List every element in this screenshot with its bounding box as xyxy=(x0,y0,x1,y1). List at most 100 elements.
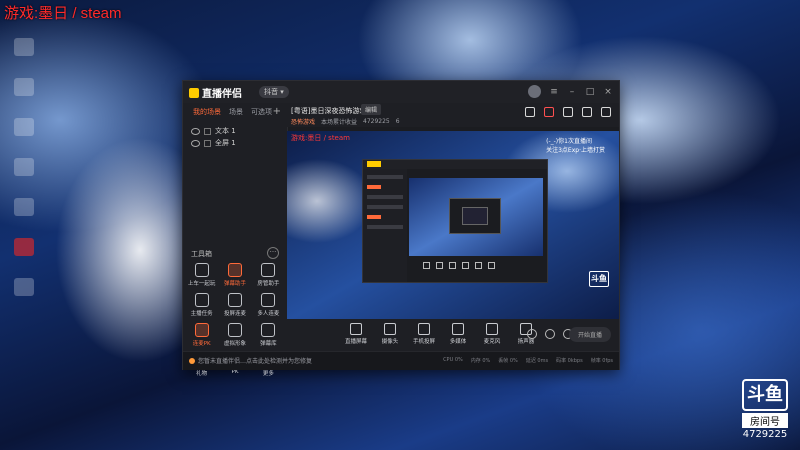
tool-icon xyxy=(227,323,242,337)
tool-item[interactable]: 弹幕库 xyxy=(252,323,285,347)
platform-dropdown[interactable]: 抖音 ▾ xyxy=(259,86,289,98)
tool-icon xyxy=(261,293,276,307)
tool-label: 上车一起玩 xyxy=(187,281,216,287)
youtube-icon[interactable] xyxy=(14,238,34,256)
tab-my-scenes[interactable]: 我的场景 xyxy=(193,107,221,117)
tool-item[interactable]: 虚拟形象 xyxy=(218,323,251,347)
room-label: 房间号 xyxy=(742,413,788,428)
eye-icon[interactable] xyxy=(545,329,555,339)
phone-cast-button[interactable]: 手机投屏 xyxy=(413,323,435,345)
stream-overlay-title: 游戏:墨日 / steam xyxy=(4,5,122,22)
tool-item[interactable]: 房管助手 xyxy=(252,263,285,287)
scene-tabs: 我的场景 场景 可选项 + xyxy=(183,103,287,121)
app-icon[interactable] xyxy=(14,38,34,56)
stream-preview[interactable]: 游戏:墨日 / steam (-_-)你1次直播间 关注3点Exp·上墙打赏 斗… xyxy=(287,131,619,319)
edit-room-button[interactable]: 编辑 xyxy=(361,104,382,115)
tab-options[interactable]: 可选项 xyxy=(251,107,272,117)
close-icon[interactable]: × xyxy=(603,87,613,97)
stat-item: 码率 0kbps xyxy=(556,358,583,364)
app-logo: 直播伴侣 xyxy=(189,85,242,100)
record-icon[interactable] xyxy=(544,107,554,117)
avatar[interactable] xyxy=(528,85,541,98)
app-icon[interactable] xyxy=(14,278,34,296)
record-icon[interactable] xyxy=(527,329,537,339)
status-message[interactable]: 您暂未直播伴侣…点击此处检测并为您修复 xyxy=(189,356,312,365)
microphone-button[interactable]: 麦克风 xyxy=(481,323,503,345)
stat-item: 帧率 0fps xyxy=(590,358,613,364)
preview-side-text: (-_-)你1次直播间 关注3点Exp·上墙打赏 xyxy=(546,137,605,155)
room-number: 4729225 xyxy=(742,429,788,440)
tool-item[interactable]: 上车一起玩 xyxy=(185,263,218,287)
source-label: 摄像头 xyxy=(381,339,399,345)
left-panel: 我的场景 场景 可选项 + 文本 1 全屏 1 工具箱 ··· 上车一起玩 弹幕… xyxy=(183,103,288,377)
tool-label: 多人连麦 xyxy=(257,311,280,317)
app-icon[interactable] xyxy=(14,198,34,216)
source-label: 多媒体 xyxy=(449,339,467,345)
app-icon[interactable] xyxy=(14,78,34,96)
scene-label: 文本 1 xyxy=(215,127,236,135)
screen-icon xyxy=(350,323,362,335)
app-logo-icon xyxy=(189,88,199,98)
tool-icon xyxy=(261,263,276,277)
scene-label: 全屏 1 xyxy=(215,139,236,147)
app-icon[interactable] xyxy=(14,158,34,176)
tool-label: 礼物 xyxy=(196,371,208,377)
nested-left-panel xyxy=(363,169,407,282)
media-button[interactable]: 多媒体 xyxy=(447,323,469,345)
gift-icon[interactable] xyxy=(525,107,535,117)
camera-button[interactable]: 摄像头 xyxy=(379,323,401,345)
screen-capture-button[interactable]: 直播屏幕 xyxy=(345,323,367,345)
tool-label: 投屏连麦 xyxy=(223,311,246,317)
nested-row xyxy=(367,185,381,189)
microphone-icon xyxy=(486,323,498,335)
lock-icon[interactable] xyxy=(204,139,211,147)
tool-icon xyxy=(194,293,209,307)
preview-overlay-text: 游戏:墨日 / steam xyxy=(291,134,350,142)
nested-tool xyxy=(475,262,482,269)
tool-label: 主播任务 xyxy=(190,311,213,317)
source-label: 直播屏幕 xyxy=(345,339,368,345)
chat-icon[interactable] xyxy=(563,107,573,117)
room-title: [粤语]墨日深夜恐怖游戏 xyxy=(291,107,367,115)
nested-preview xyxy=(409,178,543,256)
tool-label: 房管助手 xyxy=(257,281,280,287)
tool-item[interactable]: 多人连麦 xyxy=(252,293,285,317)
room-header: [粤语]墨日深夜恐怖游戏 编辑 恐怖游戏 本场累计收益 4729225 6 xyxy=(287,103,619,127)
app-icon[interactable] xyxy=(14,118,34,136)
minimize-icon[interactable]: – xyxy=(567,87,577,97)
status-bar: 您暂未直播伴侣…点击此处检测并为您修复 CPU 0% 内存 0% 丢帧 0% 延… xyxy=(183,351,619,370)
room-subtext: 本场累计收益 xyxy=(321,119,358,126)
start-live-button[interactable]: 开始直播 xyxy=(568,327,611,342)
scene-item[interactable]: 文本 1 xyxy=(191,125,279,137)
tool-item[interactable]: 弹幕助手 xyxy=(218,263,251,287)
scene-list: 文本 1 全屏 1 xyxy=(183,121,287,153)
add-scene-button[interactable]: + xyxy=(273,106,281,117)
nested-titlebar xyxy=(363,160,547,169)
room-category[interactable]: 恐怖游戏 xyxy=(291,117,315,126)
nested-row xyxy=(367,195,403,199)
maximize-icon[interactable]: □ xyxy=(585,87,595,97)
status-text: 您暂未直播伴侣…点击此处检测并为您修复 xyxy=(198,358,313,365)
menu-icon[interactable]: ≡ xyxy=(549,87,559,97)
douyu-logo: 斗鱼 xyxy=(742,379,788,411)
lock-icon[interactable] xyxy=(204,127,211,135)
nested-row xyxy=(367,225,403,229)
tool-item[interactable]: 主播任务 xyxy=(185,293,218,317)
eye-icon[interactable] xyxy=(191,127,200,135)
tab-scenes[interactable]: 场景 xyxy=(229,107,243,117)
status-stats: CPU 0% 内存 0% 丢帧 0% 延迟 0ms 码率 0kbps 帧率 0f… xyxy=(443,357,613,364)
nested-logo xyxy=(367,161,381,167)
warning-icon xyxy=(189,357,195,364)
nested-row xyxy=(367,175,403,179)
tool-item[interactable]: 投屏连麦 xyxy=(218,293,251,317)
tool-item[interactable]: 连麦PK xyxy=(185,323,218,347)
more-tools-button[interactable]: ··· xyxy=(267,247,279,259)
stat-item: 丢帧 0% xyxy=(498,358,518,364)
tool-icon xyxy=(227,263,242,277)
preview-side-line: (-_-)你1次直播间 xyxy=(546,138,592,145)
eye-icon[interactable] xyxy=(191,139,200,147)
settings-icon[interactable] xyxy=(601,107,611,117)
bell-icon[interactable] xyxy=(582,107,592,117)
scene-item[interactable]: 全屏 1 xyxy=(191,137,279,149)
nested-tool xyxy=(449,262,456,269)
